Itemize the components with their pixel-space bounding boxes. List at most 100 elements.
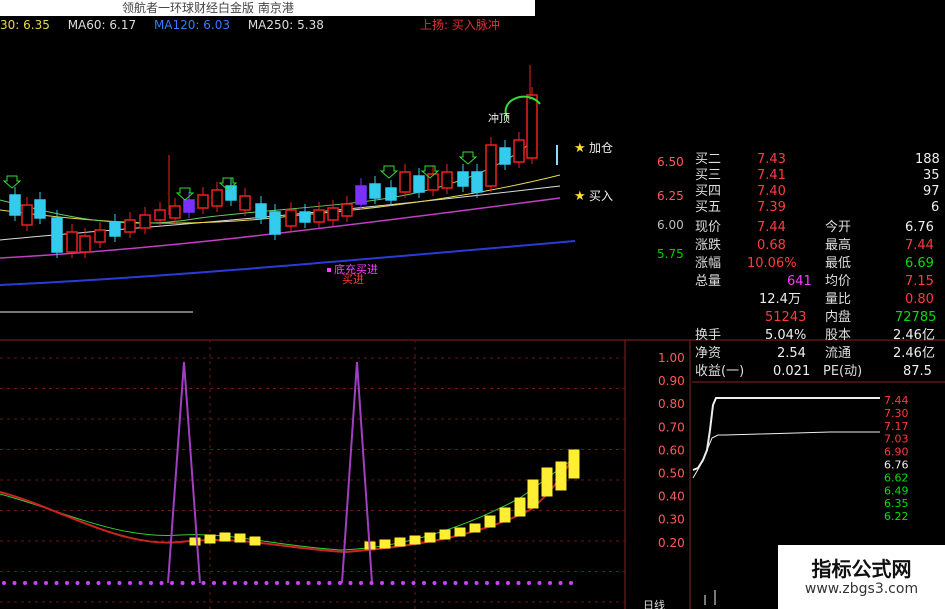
oscillator-bar bbox=[555, 461, 567, 491]
candle-body bbox=[269, 211, 281, 235]
baseline-dot bbox=[348, 581, 353, 585]
oscillator-bar bbox=[499, 507, 511, 523]
candle-body bbox=[154, 209, 166, 221]
baseline-dot bbox=[359, 581, 363, 585]
baseline-dot bbox=[296, 581, 300, 585]
candle-body bbox=[34, 199, 46, 219]
baseline-dot bbox=[159, 581, 164, 585]
bid-label: 买五 bbox=[695, 200, 722, 215]
baseline-dot bbox=[138, 581, 143, 585]
bid-label: 买二 bbox=[695, 152, 722, 167]
candle-body bbox=[457, 171, 469, 187]
oscillator-bar bbox=[454, 527, 466, 537]
oscillator-axis-label: 0.90 bbox=[658, 374, 685, 388]
baseline-dot bbox=[558, 581, 563, 585]
turnover-label: 换手 bbox=[695, 328, 722, 343]
eps-label: 收益(一) bbox=[695, 364, 745, 379]
oscillator-bar bbox=[469, 523, 481, 533]
inner-volume: 72785 bbox=[895, 310, 937, 325]
baseline-dot bbox=[23, 581, 27, 585]
baseline-dot bbox=[254, 581, 258, 585]
oscillator-axis-label: 0.80 bbox=[658, 397, 685, 411]
candle-body bbox=[124, 219, 136, 233]
candle-body bbox=[169, 205, 181, 219]
oscillator-bar bbox=[439, 529, 451, 540]
chong-label: 冲顶 bbox=[488, 111, 510, 125]
baseline-dot bbox=[401, 581, 405, 585]
current-price: 7.44 bbox=[757, 220, 786, 235]
baseline-dot bbox=[506, 581, 510, 585]
baseline-dot bbox=[453, 581, 458, 585]
baseline-dot bbox=[390, 581, 395, 585]
candle-body bbox=[225, 185, 237, 201]
pe-label: PE(动) bbox=[823, 364, 863, 379]
candle-body bbox=[399, 171, 411, 193]
oscillator-axis-label: 0.30 bbox=[658, 513, 685, 527]
baseline-dot bbox=[443, 581, 447, 585]
price-axis-label: 5.75 bbox=[657, 247, 684, 261]
quote-row: 净资 2.54 流通 2.46亿 bbox=[695, 345, 945, 363]
baseline-dot bbox=[86, 581, 90, 585]
oscillator-bar bbox=[394, 537, 406, 547]
baseline-dot bbox=[369, 581, 374, 585]
baseline-dot bbox=[527, 581, 531, 585]
candlestick-series bbox=[9, 65, 538, 258]
mini-axis-label: 6.35 bbox=[884, 497, 909, 510]
baseline-dot bbox=[474, 581, 479, 585]
baseline-dot bbox=[149, 581, 153, 585]
oscillator-bar bbox=[219, 532, 231, 542]
bid-price: 7.39 bbox=[757, 200, 786, 215]
oscillator-axis-label: 0.50 bbox=[658, 467, 685, 481]
candle-body bbox=[299, 211, 311, 223]
jia-cang-label: 加仓 bbox=[589, 141, 613, 155]
candle-body bbox=[79, 235, 91, 253]
candle-body bbox=[255, 203, 267, 219]
candle-body bbox=[485, 144, 497, 187]
avg-price-label: 均价 bbox=[825, 274, 852, 289]
baseline-dot bbox=[243, 581, 248, 585]
oscillator-green-line bbox=[0, 457, 576, 551]
price-axis-label: 6.25 bbox=[657, 189, 684, 203]
baseline-dot bbox=[380, 581, 384, 585]
mini-axis-label: 6.90 bbox=[884, 446, 909, 459]
star-icon: ★ bbox=[574, 189, 586, 204]
mini-avg-line bbox=[692, 431, 880, 479]
quote-row: 总量 641 均价 7.15 bbox=[695, 273, 945, 291]
shares-value: 2.46亿 bbox=[893, 328, 935, 343]
bottom-buy-label-2: 买进 bbox=[342, 273, 364, 286]
oscillator-axis-label: 0.60 bbox=[658, 443, 685, 457]
oscillator-bars bbox=[189, 449, 580, 550]
current-price-label: 现价 bbox=[695, 220, 722, 235]
avg-price-value: 7.15 bbox=[905, 274, 934, 289]
candle-body bbox=[499, 147, 511, 165]
mini-axis-label: 6.22 bbox=[884, 510, 909, 523]
quote-panel: 现价 7.44 今开 6.76 涨跌 0.68 最高 7.44 涨幅 10.06… bbox=[695, 219, 945, 379]
candle-body bbox=[21, 204, 33, 226]
price-axis-label: 6.00 bbox=[657, 218, 684, 232]
candle-body bbox=[211, 189, 223, 207]
mini-axis-label: 6.62 bbox=[884, 471, 909, 484]
baseline-dot bbox=[285, 581, 290, 585]
oscillator-bar bbox=[568, 449, 580, 479]
watermark-title: 指标公式网 bbox=[811, 557, 912, 581]
oscillator-bar bbox=[409, 535, 421, 545]
high-label: 最高 bbox=[825, 238, 852, 253]
baseline-dot bbox=[548, 581, 552, 585]
mini-price-axis: 7.447.307.177.036.906.766.626.496.356.22 bbox=[884, 394, 909, 523]
baseline-dot bbox=[233, 581, 237, 585]
bid-label: 买四 bbox=[695, 184, 722, 199]
baseline-dot bbox=[432, 581, 437, 585]
inner-volume-label: 内盘 bbox=[825, 310, 852, 325]
baseline-dot bbox=[275, 581, 279, 585]
price-axis-label: 6.50 bbox=[657, 155, 684, 169]
baseline-dot bbox=[12, 581, 17, 585]
order-book-row[interactable]: 买五 7.39 6 bbox=[695, 199, 939, 217]
volume-value: 641 bbox=[787, 274, 812, 289]
net-assets-value: 2.54 bbox=[777, 346, 806, 361]
mini-axis-label: 7.44 bbox=[884, 394, 909, 407]
volume-ratio-value: 0.80 bbox=[905, 292, 934, 307]
baseline-dot bbox=[54, 581, 59, 585]
mini-axis-label: 6.76 bbox=[884, 459, 909, 472]
candle-body bbox=[197, 194, 209, 209]
volume-ratio-label: 量比 bbox=[825, 292, 852, 307]
